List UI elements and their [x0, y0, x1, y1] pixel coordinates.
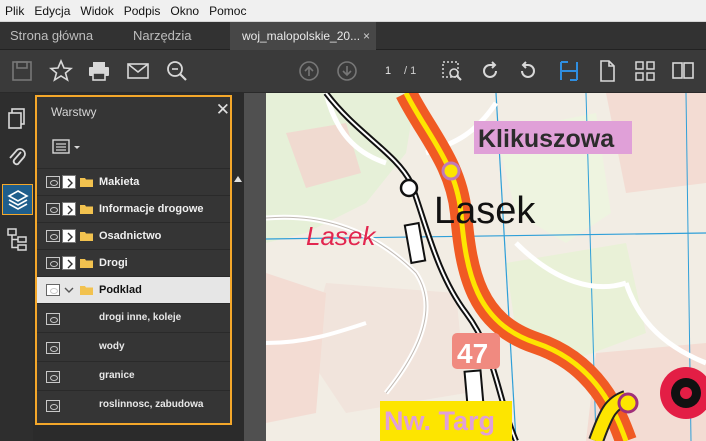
layer-item-makieta[interactable]: Makieta: [37, 168, 230, 195]
menu-bar: Plik Edycja Widok Podpis Okno Pomoc: [0, 0, 706, 22]
close-icon[interactable]: ✕: [216, 100, 230, 120]
tab-document[interactable]: woj_malopolskie_20... ×: [230, 22, 376, 50]
map-label-klikuszowa: Klikuszowa: [478, 125, 615, 153]
layer-label: Podklad: [99, 284, 142, 296]
layer-label: Osadnictwo: [99, 230, 162, 242]
sublayer-label: drogi inne, koleje: [99, 312, 182, 323]
sublayer-label: wody: [99, 341, 125, 352]
folder-icon: [80, 284, 93, 295]
chevron-right-icon[interactable]: [62, 175, 76, 189]
attachments-icon[interactable]: [4, 144, 30, 170]
layer-item-drogi[interactable]: Drogi: [37, 249, 230, 276]
tab-document-label: woj_malopolskie_20...: [242, 29, 361, 43]
layer-label: Drogi: [99, 257, 128, 269]
rotate-ccw-icon[interactable]: [516, 59, 540, 83]
two-page-icon[interactable]: [671, 59, 695, 83]
layer-label: Informacje drogowe: [99, 203, 204, 215]
menu-file[interactable]: Plik: [0, 0, 29, 22]
map-page[interactable]: Klikuszowa Lasek Lasek 47 Nw. Targ: [266, 93, 706, 441]
menu-help[interactable]: Pomoc: [204, 0, 251, 22]
sublayer-label: roslinnosc, zabudowa: [99, 399, 204, 410]
panel-scrollbar[interactable]: [232, 170, 244, 441]
print-icon[interactable]: [87, 59, 111, 83]
visibility-icon[interactable]: [46, 257, 60, 269]
single-page-icon[interactable]: [595, 59, 619, 83]
page-down-icon[interactable]: [335, 59, 359, 83]
layer-item-informacje-drogowe[interactable]: Informacje drogowe: [37, 195, 230, 222]
sublayer-item-wody[interactable]: wody: [37, 332, 230, 361]
visibility-icon[interactable]: [46, 203, 60, 215]
structure-icon[interactable]: [4, 226, 30, 252]
folder-icon: [80, 257, 93, 268]
folder-icon: [80, 203, 93, 214]
document-area[interactable]: Klikuszowa Lasek Lasek 47 Nw. Targ: [244, 93, 706, 441]
rotate-cw-icon[interactable]: [478, 59, 502, 83]
visibility-icon[interactable]: [46, 284, 60, 296]
sublayer-item-granice[interactable]: granice: [37, 361, 230, 390]
bookmark-star-icon[interactable]: [49, 59, 73, 83]
menu-sign[interactable]: Podpis: [119, 0, 166, 22]
sublayer-item-drogi-inne[interactable]: drogi inne, koleje: [37, 303, 230, 332]
menu-edit[interactable]: Edycja: [29, 0, 75, 22]
navigation-rail: [0, 93, 33, 441]
visibility-icon[interactable]: [46, 176, 60, 188]
marquee-zoom-icon[interactable]: [440, 59, 464, 83]
visibility-icon[interactable]: [46, 342, 60, 354]
visibility-icon[interactable]: [46, 371, 60, 383]
visibility-icon[interactable]: [46, 230, 60, 242]
layers-panel-header: Warstwy ✕: [37, 97, 230, 127]
map-label-lasek: Lasek: [434, 190, 536, 232]
fit-spread-icon[interactable]: [633, 59, 657, 83]
layers-panel: Warstwy ✕ Makieta Informacje drogowe Osa…: [35, 95, 232, 425]
chevron-right-icon[interactable]: [62, 229, 76, 243]
folder-icon: [80, 176, 93, 187]
toolbar: 1 / 1: [0, 50, 706, 93]
fit-width-icon[interactable]: [557, 59, 581, 83]
menu-window[interactable]: Okno: [165, 0, 204, 22]
map-label-lasek-village: Lasek: [306, 221, 377, 251]
mail-icon[interactable]: [126, 59, 150, 83]
map-label-nw-targ: Nw. Targ: [384, 406, 495, 436]
layer-label: Makieta: [99, 176, 140, 188]
layer-item-osadnictwo[interactable]: Osadnictwo: [37, 222, 230, 249]
menu-view[interactable]: Widok: [75, 0, 118, 22]
chevron-right-icon[interactable]: [62, 256, 76, 270]
page-number-input[interactable]: 1: [377, 62, 399, 80]
layers-panel-title: Warstwy: [51, 105, 97, 119]
tab-home[interactable]: Strona główna: [10, 22, 93, 50]
tab-tools[interactable]: Narzędzia: [133, 22, 192, 50]
chevron-right-icon[interactable]: [62, 202, 76, 216]
sublayer-label: granice: [99, 370, 135, 381]
sublayer-item-roslinnosc[interactable]: roslinnosc, zabudowa: [37, 390, 230, 419]
map-road-number: 47: [457, 338, 488, 369]
close-tab-icon[interactable]: ×: [363, 22, 370, 50]
map-canvas: Klikuszowa Lasek Lasek 47 Nw. Targ: [266, 93, 706, 441]
visibility-icon[interactable]: [46, 400, 60, 412]
layer-item-podklad[interactable]: Podklad: [37, 276, 230, 303]
save-icon[interactable]: [10, 59, 34, 83]
visibility-icon[interactable]: [46, 313, 60, 325]
pages-icon[interactable]: [4, 105, 30, 131]
folder-icon: [80, 230, 93, 241]
layers-icon[interactable]: [2, 184, 33, 215]
page-up-icon[interactable]: [297, 59, 321, 83]
tab-bar: Strona główna Narzędzia woj_malopolskie_…: [0, 22, 706, 50]
chevron-down-icon[interactable]: [62, 283, 76, 297]
page-total: / 1: [404, 65, 417, 77]
layer-options-button[interactable]: [51, 137, 85, 157]
zoom-search-icon[interactable]: [165, 59, 189, 83]
